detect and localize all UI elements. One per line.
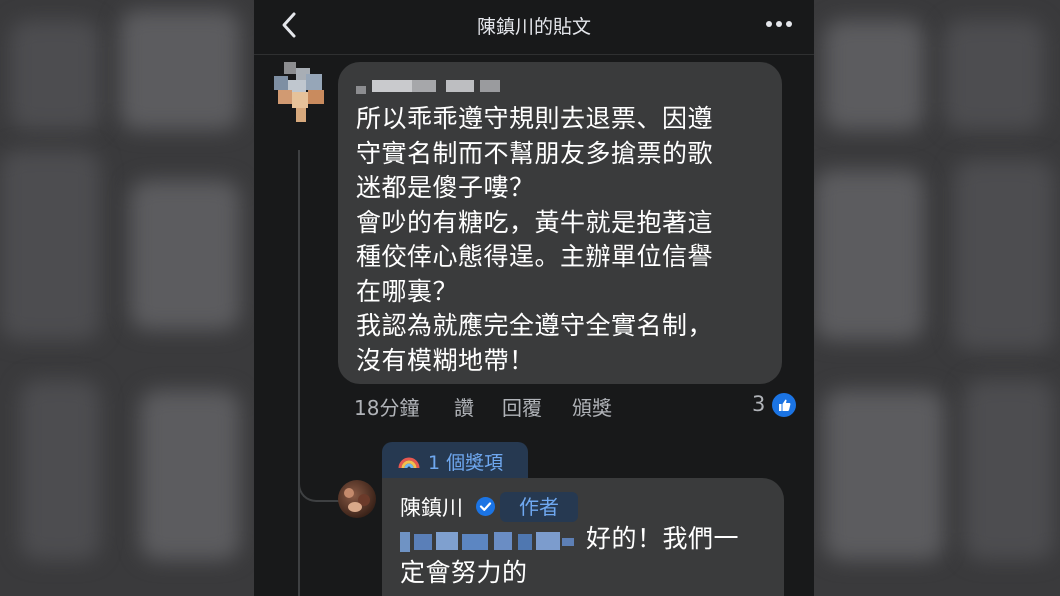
award-icon [398,457,420,469]
reply-line: 定會努力的 [400,558,528,587]
comment-line: 種佼倖心態得逞。主辦單位信譽 [356,242,714,271]
commenter-name-pixelated[interactable] [356,76,526,98]
comment-actions: 18分鐘 讚 回覆 頒獎 [354,392,804,422]
comment-time: 18分鐘 [354,396,420,420]
blurred-background-left [0,0,254,596]
comment-line: 沒有模糊地帶！ [356,345,535,375]
thread-line [298,150,300,596]
like-icon[interactable] [772,393,796,417]
reply-bubble[interactable]: 陳鎮川 作者 好的！我們一 定會努力的 [382,478,784,596]
reply-thread-connector [298,460,340,502]
comment-bubble[interactable]: 所以乖乖遵守規則去退票、因遵 守實名制而不幫朋友多搶票的歌 迷都是傻子嘍？ 會吵… [338,62,782,384]
comment-line: 守實名制而不幫朋友多搶票的歌 [356,138,714,168]
more-options-icon[interactable] [766,21,792,27]
award-badge[interactable]: 1 個獎項 [382,442,528,478]
like-button[interactable]: 讚 [454,392,474,421]
blurred-background-right [814,0,1060,596]
app-header: 陳鎮川的貼文 [254,0,814,55]
comment-line: 我認為就應完全遵守全實名制， [356,311,714,340]
post-comments-screen: 陳鎮川的貼文 所以乖乖遵守規則去退票、因遵 守實名制而不幫朋友多搶票的歌 迷都是… [254,0,814,596]
comment-line: 在哪裏？ [356,276,459,306]
like-count[interactable]: 3 [752,392,765,416]
reply-text: 好的！我們一 定會努力的 [400,522,780,590]
comment-text: 所以乖乖遵守規則去退票、因遵 守實名制而不幫朋友多搶票的歌 迷都是傻子嘍？ 會吵… [356,102,776,378]
comment-line: 所以乖乖遵守規則去退票、因遵 [356,104,714,133]
comment-line: 會吵的有糖吃，黃牛就是抱著這 [356,207,714,237]
reply-button[interactable]: 回覆 [502,392,542,421]
commenter-avatar[interactable] [274,62,332,124]
verified-icon [476,497,495,516]
reply-line: 好的！我們一 [586,524,740,553]
award-badge-label: 1 個獎項 [428,452,504,474]
page-title: 陳鎮川的貼文 [476,16,591,38]
author-avatar[interactable] [338,480,376,518]
author-name[interactable]: 陳鎮川 [400,492,463,522]
author-tag: 作者 [500,492,578,522]
award-button[interactable]: 頒獎 [572,392,612,421]
comment-line: 迷都是傻子嘍？ [356,173,535,202]
